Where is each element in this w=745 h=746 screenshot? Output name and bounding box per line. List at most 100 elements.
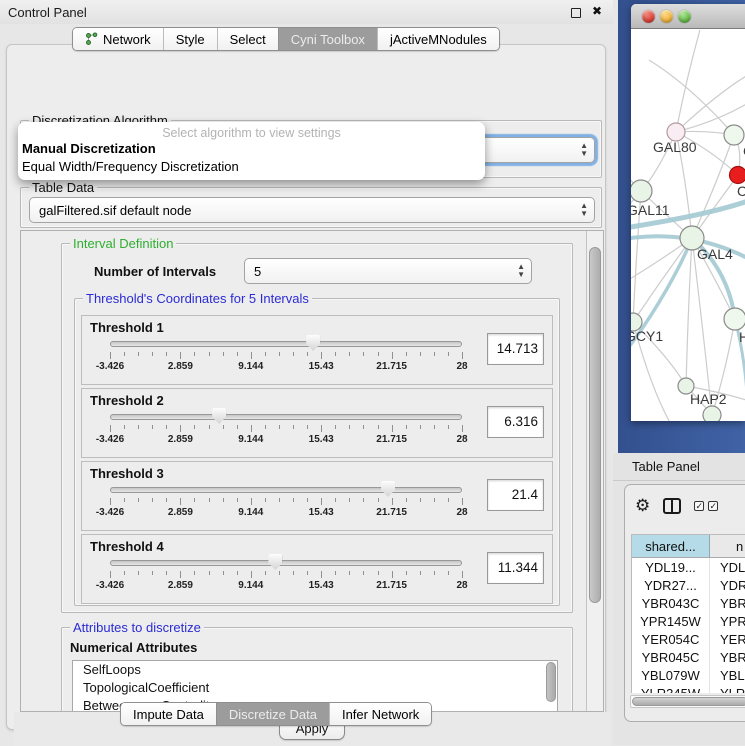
column-layout-icon[interactable]	[663, 498, 681, 514]
scrollbar-thumb[interactable]	[632, 697, 745, 706]
slider-tick	[166, 571, 167, 575]
slider-thumb-threshold-2[interactable]	[212, 408, 226, 424]
network-node-h[interactable]	[724, 308, 745, 330]
list-scrollbar[interactable]	[546, 662, 556, 702]
scrollbar-thumb[interactable]	[589, 247, 601, 603]
cell-shared-name[interactable]: YER054C	[632, 630, 710, 648]
network-node[interactable]	[703, 406, 721, 421]
table-row[interactable]: YER054CYER0	[632, 630, 745, 648]
slider-tick	[349, 498, 350, 502]
threshold-value-field-1[interactable]: 14.713	[487, 333, 544, 365]
threshold-panel-4: Threshold 4-3.4262.8599.14415.4321.71528…	[81, 534, 553, 604]
slider-tick	[321, 571, 322, 578]
vertical-scrollbar[interactable]	[586, 231, 603, 711]
close-light-icon[interactable]	[642, 10, 655, 23]
table-row[interactable]: YDR27...YDR2	[632, 576, 745, 594]
cell-shared-name[interactable]: YBR043C	[632, 594, 710, 612]
close-icon[interactable]: ✖	[592, 4, 602, 18]
cell-shared-name[interactable]: YDR27...	[632, 576, 710, 594]
slider-tick-label: 15.43	[309, 507, 334, 518]
slider-track[interactable]	[110, 487, 462, 493]
threshold-panel-1: Threshold 1-3.4262.8599.14415.4321.71528…	[81, 315, 553, 385]
algorithm-option-equal-width-frequency-discretization[interactable]: Equal Width/Frequency Discretization	[18, 158, 485, 176]
threshold-value-field-3[interactable]: 21.4	[487, 479, 544, 511]
float-window-icon[interactable]	[571, 8, 581, 18]
thresholds-group: Threshold's Coordinates for 5 Intervals …	[74, 298, 560, 606]
threshold-value-field-4[interactable]: 11.344	[487, 552, 544, 584]
network-node[interactable]	[730, 167, 745, 184]
slider-tick-label: -3.426	[96, 361, 124, 372]
group-title: Threshold's Coordinates for 5 Intervals	[83, 291, 312, 306]
cell-name[interactable]: YBL0	[710, 666, 745, 684]
table-row[interactable]: YBR043CYBR0	[632, 594, 745, 612]
tab-label: Select	[230, 32, 266, 47]
algorithm-option-manual-discretization[interactable]: Manual Discretization	[18, 140, 485, 158]
tab-impute-data[interactable]: Impute Data	[121, 703, 216, 725]
table-row[interactable]: YLR345WYLR3	[632, 684, 745, 693]
slider-thumb-threshold-1[interactable]	[306, 335, 320, 351]
attribute-item-selfloops[interactable]: SelfLoops	[73, 661, 557, 679]
slider-tick	[434, 425, 435, 429]
network-canvas[interactable]: GAL80GCGAL11GAL4GCY1HHAP2	[631, 30, 745, 421]
slider-tick	[110, 571, 111, 578]
slider-tick-label: 28	[456, 580, 467, 591]
cell-name[interactable]: YPR1	[710, 612, 745, 630]
number-of-intervals-combo[interactable]: 5 ▲▼	[244, 258, 532, 284]
slider-thumb-threshold-3[interactable]	[381, 481, 395, 497]
cell-shared-name[interactable]: YBR045C	[632, 648, 710, 666]
slider-thumb-threshold-4[interactable]	[268, 554, 282, 570]
slider-tick	[462, 571, 463, 578]
cell-name[interactable]: YBR0	[710, 594, 745, 612]
settings-gear-icon[interactable]: ⚙	[635, 498, 650, 515]
control-panel-titlebar: Control Panel ✖	[0, 0, 613, 24]
cell-name[interactable]: YDL1	[710, 558, 745, 576]
threshold-label: Threshold 1	[90, 320, 164, 335]
slider-tick	[293, 352, 294, 356]
tab-network[interactable]: Network	[73, 28, 163, 50]
table-row[interactable]: YPR145WYPR1	[632, 612, 745, 630]
table-row[interactable]: YBL079WYBL0	[632, 666, 745, 684]
slider-track[interactable]	[110, 414, 462, 420]
minimize-light-icon[interactable]	[660, 10, 673, 23]
network-window-titlebar[interactable]	[631, 4, 745, 29]
slider-track[interactable]	[110, 341, 462, 347]
table-row[interactable]: YBR045CYBR0	[632, 648, 745, 666]
cell-name[interactable]: YLR3	[710, 684, 745, 693]
cell-shared-name[interactable]: YPR145W	[632, 612, 710, 630]
checked-box-icon[interactable]: ✓	[694, 501, 704, 511]
table-row[interactable]: YDL19...YDL1	[632, 558, 745, 576]
checked-box-icon[interactable]: ✓	[708, 501, 718, 511]
network-node[interactable]	[724, 125, 744, 145]
cell-name[interactable]: YER0	[710, 630, 745, 648]
tab-select[interactable]: Select	[217, 28, 278, 50]
cell-shared-name[interactable]: YDL19...	[632, 558, 710, 576]
cell-shared-name[interactable]: YBL079W	[632, 666, 710, 684]
tab-infer-network[interactable]: Infer Network	[329, 703, 431, 725]
tab-cyni-toolbox[interactable]: Cyni Toolbox	[278, 28, 377, 50]
slider-tick	[223, 352, 224, 356]
combo-arrows-icon: ▲▼	[580, 142, 588, 158]
threshold-value-field-2[interactable]: 6.316	[487, 406, 544, 438]
table-data-combo[interactable]: galFiltered.sif default node ▲▼	[29, 197, 595, 223]
tab-jactivemnodules[interactable]: jActiveMNodules	[377, 28, 499, 50]
tab-discretize-data[interactable]: Discretize Data	[216, 703, 329, 725]
zoom-light-icon[interactable]	[678, 10, 691, 23]
column-header-shared-name[interactable]: shared...	[632, 535, 710, 557]
slider-tick-label: 21.715	[376, 507, 407, 518]
slider-tick	[378, 425, 379, 429]
slider-track[interactable]	[110, 560, 462, 566]
attribute-item-topologicalcoefficient[interactable]: TopologicalCoefficient	[73, 679, 557, 697]
table-panel-region: Table Panel ⚙ ✓ ✓ shared... n YDL19...YD…	[613, 453, 745, 745]
horizontal-scrollbar[interactable]	[630, 695, 745, 708]
cell-name[interactable]: YDR2	[710, 576, 745, 594]
cell-name[interactable]: YBR0	[710, 648, 745, 666]
slider-tick	[335, 425, 336, 429]
network-node-gal11[interactable]	[631, 180, 652, 202]
column-header-name[interactable]: n	[710, 535, 745, 557]
slider-tick	[392, 352, 393, 359]
slider-tick	[335, 498, 336, 502]
table-panel: ⚙ ✓ ✓ shared... n YDL19...YDL1YDR27...YD…	[624, 484, 745, 722]
slider-tick-label: 15.43	[309, 361, 334, 372]
tab-style[interactable]: Style	[163, 28, 217, 50]
cell-shared-name[interactable]: YLR345W	[632, 684, 710, 693]
